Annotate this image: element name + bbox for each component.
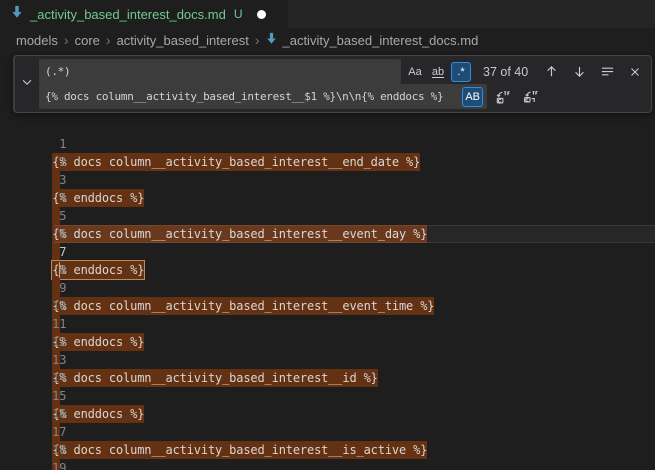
arrow-down-icon xyxy=(572,64,587,79)
chevron-down-icon xyxy=(20,75,34,94)
git-status-badge: U xyxy=(234,7,243,21)
toggle-replace-button[interactable] xyxy=(15,59,39,109)
use-regex-button[interactable]: .* xyxy=(451,62,471,82)
next-match-button[interactable] xyxy=(569,62,589,82)
breadcrumb: models›core›activity_based_interest›_act… xyxy=(0,28,655,52)
breadcrumb-item-file[interactable]: _activity_based_interest_docs.md xyxy=(265,32,478,48)
breadcrumb-item[interactable]: core xyxy=(75,33,100,48)
breadcrumb-separator-icon: › xyxy=(254,32,261,48)
editor: (.*) Aa ab .* 37 of 40 xyxy=(0,52,655,470)
editor-line[interactable]: 16 xyxy=(0,387,655,405)
editor-line[interactable]: 2 xyxy=(0,135,655,153)
previous-match-button[interactable] xyxy=(541,62,561,82)
editor-line[interactable]: 12 xyxy=(0,315,655,333)
tab-activity-based-interest-docs[interactable]: _activity_based_interest_docs.md U xyxy=(0,0,288,28)
markdown-file-icon xyxy=(265,32,278,48)
replace-icon xyxy=(495,89,511,105)
editor-line[interactable]: 1 {% docs column__activity_based_interes… xyxy=(0,117,655,135)
arrow-up-icon xyxy=(544,64,559,79)
close-find-widget-button[interactable] xyxy=(625,62,645,82)
editor-line[interactable]: 11 {% enddocs %} xyxy=(0,297,655,315)
editor-line[interactable]: 19 {% enddocs %} xyxy=(0,441,655,459)
current-line-highlight xyxy=(54,225,655,243)
tab-filename: _activity_based_interest_docs.md xyxy=(30,7,226,22)
editor-line[interactable]: 8 xyxy=(0,243,655,261)
breadcrumb-separator-icon: › xyxy=(63,32,70,48)
close-icon xyxy=(628,65,642,79)
unsaved-changes-dot[interactable] xyxy=(257,10,266,19)
editor-line[interactable]: 7 {% enddocs %} xyxy=(0,225,655,243)
replace-row: {% docs column__activity_based_interest_… xyxy=(39,84,645,109)
find-row: (.*) Aa ab .* 37 of 40 xyxy=(39,59,645,84)
editor-line[interactable]: 10 xyxy=(0,279,655,297)
editor-line[interactable]: 9 {% docs column__activity_based_interes… xyxy=(0,261,655,279)
editor-line[interactable]: 3 {% enddocs %} xyxy=(0,153,655,171)
editor-line[interactable]: 18 xyxy=(0,423,655,441)
editor-line[interactable]: 17 {% docs column__activity_based_intere… xyxy=(0,405,655,423)
editor-line[interactable]: 5 {% docs column__activity_based_interes… xyxy=(0,189,655,207)
find-in-selection-button[interactable] xyxy=(597,62,617,82)
find-input-value: (.*) xyxy=(45,65,397,78)
find-replace-widget: (.*) Aa ab .* 37 of 40 xyxy=(13,55,652,113)
replace-input[interactable]: {% docs column__activity_based_interest_… xyxy=(39,84,487,109)
editor-line[interactable]: 20 xyxy=(0,459,655,470)
tab-bar: _activity_based_interest_docs.md U xyxy=(0,0,655,28)
whole-word-button[interactable]: ab xyxy=(428,62,448,82)
editor-line[interactable]: 14 xyxy=(0,351,655,369)
markdown-file-icon xyxy=(10,5,24,24)
replace-input-value: {% docs column__activity_based_interest_… xyxy=(45,90,460,103)
breadcrumb-separator-icon: › xyxy=(105,32,112,48)
editor-line[interactable]: 6 xyxy=(0,207,655,225)
breadcrumb-item[interactable]: activity_based_interest xyxy=(117,33,249,48)
editor-line[interactable]: 4 xyxy=(0,171,655,189)
replace-all-button[interactable] xyxy=(521,87,541,107)
find-input[interactable]: (.*) xyxy=(39,59,401,84)
preserve-case-button[interactable]: AB xyxy=(462,87,483,107)
editor-line[interactable]: 13 {% docs column__activity_based_intere… xyxy=(0,333,655,351)
editor-lines: 1 {% docs column__activity_based_interes… xyxy=(0,117,655,470)
match-count: 37 of 40 xyxy=(483,65,528,79)
selection-lines-icon xyxy=(600,64,615,79)
breadcrumb-item[interactable]: models xyxy=(16,33,58,48)
editor-line[interactable]: 15 {% enddocs %} xyxy=(0,369,655,387)
replace-all-icon xyxy=(523,89,539,105)
match-case-button[interactable]: Aa xyxy=(405,62,425,82)
replace-one-button[interactable] xyxy=(493,87,513,107)
